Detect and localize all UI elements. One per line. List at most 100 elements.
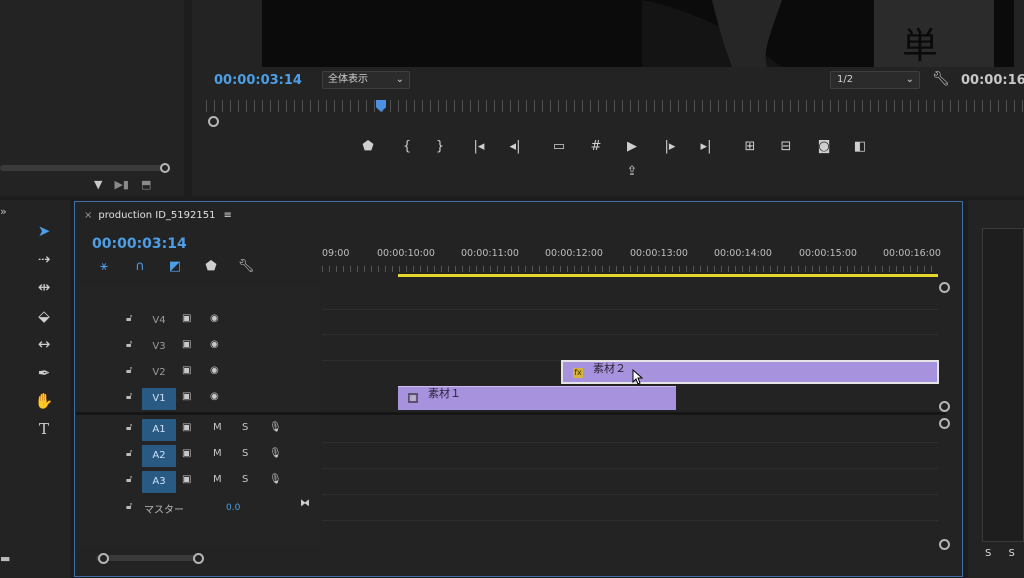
sync-lock-icon[interactable]: ▣ bbox=[182, 474, 191, 485]
audio-scroll-handle-top[interactable] bbox=[939, 418, 950, 429]
timeline-ruler[interactable]: 09:00 00:00:10:00 00:00:11:00 00:00:12:0… bbox=[322, 248, 942, 262]
go-to-end-icon[interactable]: ⧓ bbox=[300, 498, 310, 509]
timeline-timecode[interactable]: 00:00:03:14 bbox=[92, 236, 187, 252]
track-target-a1[interactable]: A1 bbox=[142, 419, 176, 441]
track-header-v4[interactable]: 🔓︎ V4 ▣ ◉ bbox=[76, 309, 320, 333]
track-header-v3[interactable]: 🔓︎ V3 ▣ ◉ bbox=[76, 335, 320, 359]
selection-tool-icon[interactable]: ➤ bbox=[32, 220, 56, 242]
compare-icon[interactable]: ◧ bbox=[850, 138, 870, 156]
solo-button[interactable]: S bbox=[242, 422, 248, 433]
insert-icon[interactable]: ⬒ bbox=[141, 178, 151, 191]
sync-lock-icon[interactable]: ▣ bbox=[182, 448, 191, 459]
mark-in-icon[interactable]: { bbox=[397, 138, 417, 156]
track-target-v4[interactable]: V4 bbox=[142, 310, 176, 332]
track-target-v2[interactable]: V2 bbox=[142, 362, 176, 384]
track-header-a2[interactable]: 🔓︎ A2 ▣ M S 🎙︎ bbox=[76, 444, 320, 468]
track-target-v1[interactable]: V1 bbox=[142, 388, 176, 410]
track-header-v1[interactable]: 🔓︎ V1 ▣ ◉ bbox=[76, 387, 320, 411]
folder-icon[interactable]: ▬ bbox=[0, 552, 10, 565]
track-select-tool-icon[interactable]: ⇢ bbox=[32, 248, 56, 270]
sync-lock-icon[interactable]: ▣ bbox=[182, 391, 191, 402]
vertical-zoom-handle[interactable] bbox=[939, 282, 950, 293]
eye-icon[interactable]: ◉ bbox=[210, 365, 219, 376]
clip-v1[interactable]: ▦ 素材１ bbox=[398, 386, 676, 410]
sequence-tab[interactable]: × production ID_5192151 ≡ bbox=[84, 210, 232, 221]
h-scroll-right-handle[interactable] bbox=[193, 553, 204, 564]
linked-selection-icon[interactable]: ◩ bbox=[166, 259, 184, 274]
solo-button[interactable]: S bbox=[242, 474, 248, 485]
go-to-in-icon[interactable]: |◂ bbox=[469, 138, 489, 156]
insert-icon[interactable]: ⊞ bbox=[740, 138, 760, 156]
sync-lock-icon[interactable]: ▣ bbox=[182, 339, 191, 350]
export-icon[interactable]: ⇪ bbox=[622, 163, 642, 181]
eye-icon[interactable]: ◉ bbox=[210, 339, 219, 350]
step-forward-icon[interactable]: |▸ bbox=[660, 138, 680, 156]
sync-lock-icon[interactable]: ▣ bbox=[182, 422, 191, 433]
track-header-v2[interactable]: 🔓︎ V2 ▣ ◉ bbox=[76, 361, 320, 385]
grid-icon[interactable]: # bbox=[586, 138, 606, 156]
program-ruler[interactable] bbox=[206, 100, 1024, 112]
program-timecode[interactable]: 00:00:03:14 bbox=[214, 73, 302, 88]
video-audio-divider[interactable] bbox=[76, 412, 946, 415]
add-marker-icon[interactable]: ⬟ bbox=[202, 259, 220, 274]
safe-margins-icon[interactable]: ▭ bbox=[549, 138, 569, 156]
eye-icon[interactable]: ◉ bbox=[210, 313, 219, 324]
eye-icon[interactable]: ◉ bbox=[210, 391, 219, 402]
track-target-a3[interactable]: A3 bbox=[142, 471, 176, 493]
pen-tool-icon[interactable]: ✒ bbox=[32, 362, 56, 384]
lock-icon[interactable]: 🔓︎ bbox=[126, 313, 132, 324]
track-target-v3[interactable]: V3 bbox=[142, 336, 176, 358]
go-to-out-icon[interactable]: ▸| bbox=[696, 138, 716, 156]
filter-icon[interactable]: ▼ bbox=[94, 178, 102, 191]
source-scrollbar[interactable] bbox=[0, 165, 168, 171]
work-area-bar[interactable] bbox=[398, 274, 938, 277]
mute-button[interactable]: M bbox=[213, 474, 222, 485]
timeline-tracks[interactable] bbox=[322, 284, 938, 547]
timeline-horizontal-scrollbar[interactable] bbox=[96, 555, 204, 561]
camera-icon[interactable]: ◙ bbox=[814, 138, 834, 156]
type-tool-icon[interactable]: T bbox=[32, 418, 56, 440]
panel-menu-icon[interactable]: ≡ bbox=[223, 210, 231, 221]
solo-button[interactable]: S bbox=[242, 448, 248, 459]
microphone-icon[interactable]: 🎙︎ bbox=[269, 448, 282, 459]
automate-icon[interactable]: ▶▮ bbox=[114, 178, 129, 191]
settings-wrench-icon[interactable]: 🔧︎ bbox=[932, 71, 950, 87]
mute-button[interactable]: M bbox=[213, 422, 222, 433]
track-header-a3[interactable]: 🔓︎ A3 ▣ M S 🎙︎ bbox=[76, 470, 320, 494]
slip-tool-icon[interactable]: ↔ bbox=[32, 333, 56, 355]
timeline-settings-wrench-icon[interactable]: 🔧︎ bbox=[237, 259, 255, 274]
clip-v2[interactable]: fx 素材２ bbox=[561, 360, 939, 384]
lock-icon[interactable]: 🔓︎ bbox=[126, 448, 132, 459]
resolution-select[interactable]: 1/2 ⌄ bbox=[830, 71, 920, 89]
marker-icon[interactable]: ⬟ bbox=[358, 138, 378, 156]
zoom-fit-select[interactable]: 全体表示 ⌄ bbox=[322, 71, 410, 89]
mark-out-icon[interactable]: } bbox=[430, 138, 450, 156]
source-scroll-handle[interactable] bbox=[160, 163, 170, 173]
solo-meter-button[interactable]: S S bbox=[985, 548, 1015, 559]
play-icon[interactable]: ▶ bbox=[622, 138, 642, 156]
overwrite-icon[interactable]: ⊟ bbox=[776, 138, 796, 156]
close-icon[interactable]: × bbox=[84, 210, 92, 221]
microphone-icon[interactable]: 🎙︎ bbox=[269, 474, 282, 485]
program-zoom-handle[interactable] bbox=[208, 116, 219, 127]
sync-lock-icon[interactable]: ▣ bbox=[182, 365, 191, 376]
expand-panels-icon[interactable]: » bbox=[0, 205, 7, 218]
video-scroll-handle[interactable] bbox=[939, 401, 950, 412]
track-header-a1[interactable]: 🔓︎ A1 ▣ M S 🎙︎ bbox=[76, 418, 320, 442]
master-volume-value[interactable]: 0.0 bbox=[226, 503, 240, 513]
mute-button[interactable]: M bbox=[213, 448, 222, 459]
lock-icon[interactable]: 🔓︎ bbox=[126, 391, 132, 402]
lock-icon[interactable]: 🔓︎ bbox=[126, 339, 132, 350]
microphone-icon[interactable]: 🎙︎ bbox=[269, 422, 282, 433]
lock-icon[interactable]: 🔓︎ bbox=[126, 365, 132, 376]
step-back-icon[interactable]: ◂| bbox=[505, 138, 525, 156]
nest-icon[interactable]: ⚹ bbox=[95, 259, 113, 274]
h-scroll-left-handle[interactable] bbox=[98, 553, 109, 564]
hand-tool-icon[interactable]: ✋ bbox=[32, 390, 56, 412]
ripple-edit-tool-icon[interactable]: ⇹ bbox=[32, 276, 56, 298]
track-header-master[interactable]: 🔓︎ マスター 0.0 ⧓ bbox=[76, 497, 320, 521]
lock-icon[interactable]: 🔓︎ bbox=[126, 422, 132, 433]
lock-icon[interactable]: 🔓︎ bbox=[126, 501, 132, 512]
snap-magnet-icon[interactable]: ∩ bbox=[131, 259, 149, 274]
lock-icon[interactable]: 🔓︎ bbox=[126, 474, 132, 485]
